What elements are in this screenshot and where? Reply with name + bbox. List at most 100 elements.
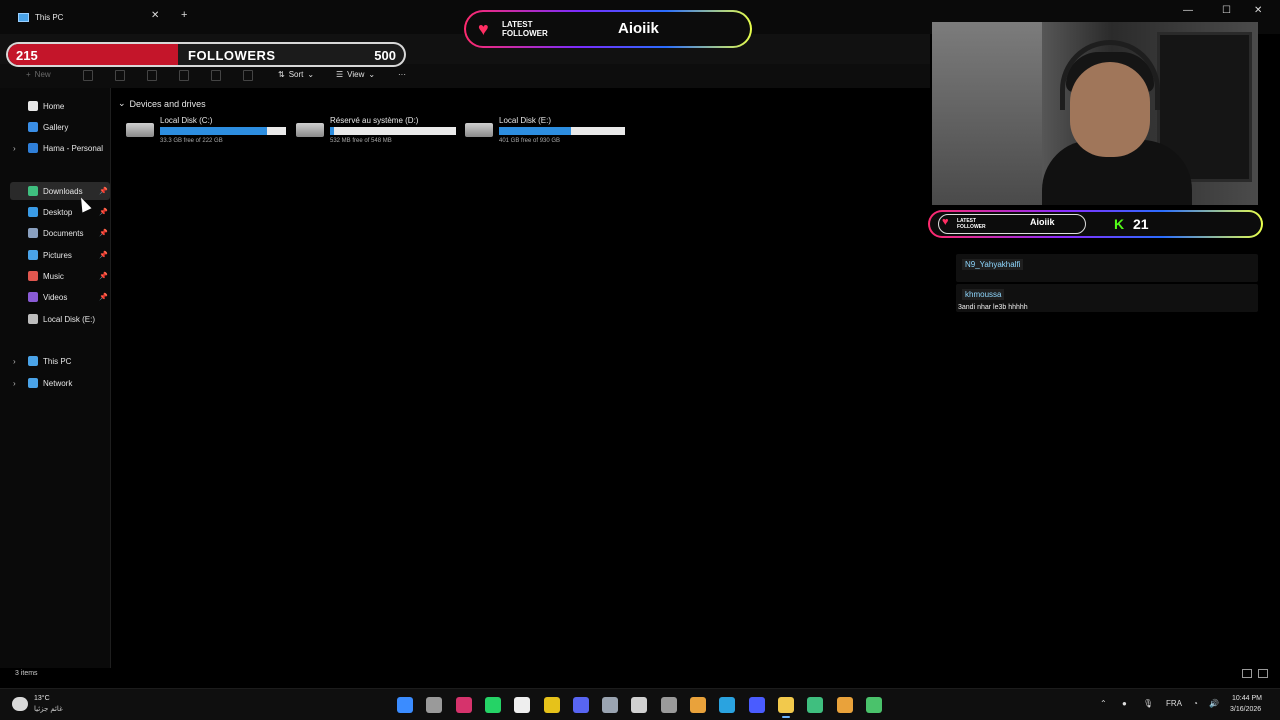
sidebar-item-label: This PC (43, 356, 72, 366)
latest-follower-banner: ♥ LATEST FOLLOWER Aioiik (464, 10, 752, 48)
whatsapp-icon[interactable] (485, 697, 501, 713)
heart-icon: ♥ (478, 19, 489, 39)
status-item-count: 3 items (15, 670, 38, 677)
drive-name: Réservé au système (D:) (330, 116, 419, 125)
instagram-icon[interactable] (456, 697, 472, 713)
wifi-icon[interactable]: ◔ (1193, 699, 1198, 708)
view-button[interactable]: ☰ View ⌄ (336, 70, 375, 79)
drive-c[interactable]: Local Disk (C:) 33.3 GB free of 222 GB (126, 115, 291, 147)
maximize-button[interactable]: ☐ (1222, 5, 1231, 16)
sidebar-item-documents[interactable]: Documents 📌 (10, 224, 110, 242)
sidebar-item-gallery[interactable]: Gallery (10, 118, 110, 136)
circle-app-icon[interactable] (749, 697, 765, 713)
followers-goal-bar: 215 FOLLOWERS 500 (6, 42, 406, 67)
drive-e[interactable]: Local Disk (E:) 401 GB free of 930 GB (465, 115, 630, 147)
sidebar-item-videos[interactable]: Videos 📌 (10, 288, 110, 306)
sidebar-item-music[interactable]: Music 📌 (10, 267, 110, 285)
sidebar-item-this-pc[interactable]: › This PC (10, 352, 110, 370)
clock-date[interactable]: 3/16/2026 (1230, 706, 1261, 713)
discord-icon[interactable] (573, 697, 589, 713)
videos-icon (28, 292, 38, 302)
sidebar-item-local-disk-e[interactable]: Local Disk (E:) (10, 310, 110, 328)
chevron-up-icon[interactable]: ⌃ (1100, 699, 1107, 708)
obs-icon[interactable] (807, 697, 823, 713)
sidebar-item-label: Network (43, 378, 73, 388)
view-label: View (347, 70, 365, 79)
chevron-right-icon[interactable]: › (13, 144, 16, 153)
speed-icon[interactable] (661, 697, 677, 713)
sidebar-item-home[interactable]: Home (10, 97, 110, 115)
sidebar-item-pictures[interactable]: Pictures 📌 (10, 246, 110, 264)
sidebar-item-label: Documents (43, 228, 84, 238)
pin-icon[interactable]: 📌 (99, 293, 108, 301)
close-window-button[interactable]: ✕ (1254, 5, 1262, 16)
pin-icon[interactable]: 📌 (99, 187, 108, 195)
task-view-icon[interactable] (426, 697, 442, 713)
chevron-right-icon[interactable]: › (13, 379, 16, 388)
sort-label: Sort (288, 70, 304, 79)
sort-button[interactable]: ⇅ Sort ⌄ (278, 70, 314, 79)
sidebar-item-network[interactable]: › Network (10, 374, 110, 392)
more-options-button[interactable]: ··· (398, 70, 406, 79)
file-explorer-icon[interactable] (778, 697, 794, 718)
tab-this-pc[interactable]: This PC (8, 6, 168, 28)
language-indicator[interactable]: FRA (1166, 699, 1182, 708)
drive-name: Local Disk (E:) (499, 116, 552, 125)
terminal-icon[interactable] (866, 697, 882, 713)
pin-icon[interactable]: 📌 (99, 208, 108, 216)
drive-usage-fill (160, 127, 268, 135)
tiles-view-button[interactable] (1258, 669, 1268, 678)
drive-free-space: 532 MB free of 548 MB (330, 138, 392, 144)
openai-icon[interactable] (631, 697, 647, 713)
gallery-icon (28, 122, 38, 132)
drive-icon (126, 123, 154, 137)
tiktok-icon[interactable] (514, 697, 530, 713)
app-tray-icon[interactable]: ● (1122, 699, 1127, 708)
volume-icon[interactable]: 🔊 (1209, 699, 1219, 708)
app-yellow-icon[interactable] (544, 697, 560, 713)
delete-icon[interactable] (243, 70, 253, 81)
copy-icon[interactable] (115, 70, 125, 81)
drive-free-space: 33.3 GB free of 222 GB (160, 138, 223, 144)
start-icon[interactable] (397, 697, 413, 713)
latest-follower-label: LATEST FOLLOWER (957, 218, 986, 230)
tab-close-button[interactable]: ✕ (151, 10, 159, 21)
pin-icon[interactable]: 📌 (99, 229, 108, 237)
sidebar-item-desktop[interactable]: Desktop 📌 (10, 203, 110, 221)
steam-icon[interactable] (602, 697, 618, 713)
webcam-feed (932, 22, 1258, 205)
sidebar-item-label: Home (43, 101, 65, 111)
weather-temperature[interactable]: 13°C (34, 695, 50, 702)
onedrive-icon (28, 143, 38, 153)
rename-icon[interactable] (179, 70, 189, 81)
chrome-icon[interactable] (837, 697, 853, 713)
chrome-icon[interactable] (690, 697, 706, 713)
new-tab-button[interactable]: + (181, 9, 187, 21)
weather-description[interactable]: غائم جزئيا (34, 705, 63, 713)
paste-icon[interactable] (147, 70, 157, 81)
devices-section-header[interactable]: ⌄ Devices and drives (118, 98, 206, 109)
pin-icon[interactable]: 📌 (99, 251, 108, 259)
sidebar-item-onedrive[interactable]: › Hama - Personal (10, 139, 110, 157)
drive-d[interactable]: Réservé au système (D:) 532 MB free of 5… (296, 115, 461, 147)
sidebar-item-downloads[interactable]: Downloads 📌 (10, 182, 110, 200)
minimize-button[interactable]: — (1183, 5, 1193, 16)
network-icon (28, 378, 38, 388)
clock-time[interactable]: 10:44 PM (1232, 695, 1262, 702)
weather-icon[interactable] (12, 697, 28, 711)
new-button[interactable]: + New (26, 70, 51, 79)
details-view-button[interactable] (1242, 669, 1252, 678)
viewer-count: 21 (1133, 216, 1149, 232)
taskbar: 13°C غائم جزئيا ⌃ ● 🎙 FRA ◔ 🔊 10:44 PM 3… (0, 688, 1280, 720)
cut-icon[interactable] (83, 70, 93, 81)
pin-icon[interactable]: 📌 (99, 272, 108, 280)
microphone-icon[interactable]: 🎙 (1143, 699, 1153, 708)
followers-label: FOLLOWERS (188, 48, 276, 63)
telegram-icon[interactable] (719, 697, 735, 713)
chat-username: N9_Yahyakhalfi (962, 259, 1024, 270)
documents-icon (28, 228, 38, 238)
home-icon (28, 101, 38, 111)
chevron-right-icon[interactable]: › (13, 357, 16, 366)
new-label: New (34, 70, 51, 79)
share-icon[interactable] (211, 70, 221, 81)
